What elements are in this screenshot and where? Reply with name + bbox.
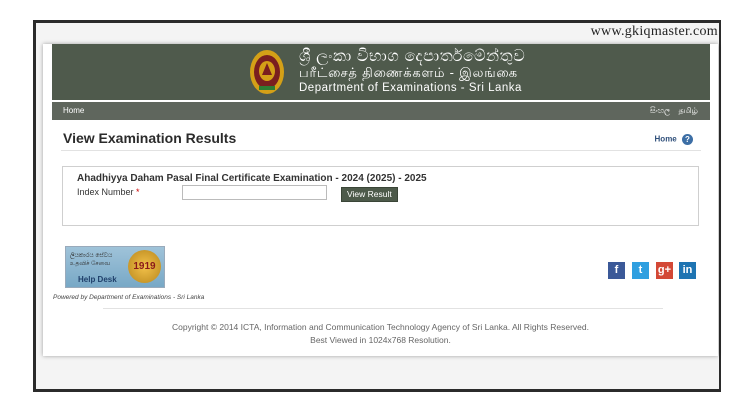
help-desk-text-tamil: உதவிச் சேவை — [70, 261, 111, 267]
site-header: ශ්‍රී ලංකා විභාග දෙපාර්තමේන්තුව பரீட்சைத… — [52, 44, 710, 100]
page-container: ශ්‍රී ලංකා විභාග දෙපාර්තමේන්තුව பரீட்சைத… — [43, 44, 718, 356]
emblem-icon — [250, 50, 284, 94]
header-title-sinhala: ශ්‍රී ලංකා විභාග දෙපාර්තමේන්තුව — [299, 48, 526, 65]
google-plus-icon[interactable]: g+ — [656, 262, 673, 279]
header-title-english: Department of Examinations - Sri Lanka — [299, 82, 522, 94]
linkedin-icon[interactable]: in — [679, 262, 696, 279]
header-title-tamil: பரீட்சைத் திணைக்களம் - இலங்கை — [299, 65, 518, 80]
home-link[interactable]: Home ? — [655, 134, 693, 145]
help-icon[interactable]: ? — [682, 134, 693, 145]
help-desk-banner[interactable]: ලියකාරය සේවය உதவிச் சேவை Help Desk 1919 — [65, 246, 165, 288]
index-number-input[interactable] — [182, 185, 327, 200]
powered-by-text: Powered by Department of Examinations - … — [53, 294, 205, 301]
home-link-label: Home — [654, 134, 677, 144]
copyright-text: Copyright © 2014 ICTA, Information and C… — [172, 322, 589, 332]
footer-copyright: Copyright © 2014 ICTA, Information and C… — [43, 321, 718, 347]
index-label-text: Index Number — [77, 187, 134, 197]
watermark: www.gkiqmaster.com — [590, 24, 718, 39]
exam-form: Ahadhiyya Daham Pasal Final Certificate … — [62, 166, 699, 226]
language-switcher: සිංහල தமிழ் — [644, 106, 698, 116]
page-title: View Examination Results — [63, 130, 237, 146]
nav-bar: Home සිංහල தமிழ் — [52, 102, 710, 120]
footer-divider — [103, 308, 663, 309]
view-result-button[interactable]: View Result — [341, 187, 398, 202]
index-number-label: Index Number * — [77, 187, 140, 197]
help-desk-number-badge: 1919 — [128, 250, 161, 283]
required-marker: * — [136, 187, 140, 197]
twitter-icon[interactable]: t — [632, 262, 649, 279]
help-desk-text-sinhala: ලියකාරය සේවය — [70, 253, 113, 259]
exam-title: Ahadhiyya Daham Pasal Final Certificate … — [77, 173, 427, 184]
lang-sinhala-link[interactable]: සිංහල — [650, 106, 670, 115]
resolution-note: Best Viewed in 1024x768 Resolution. — [310, 335, 451, 345]
nav-home-link[interactable]: Home — [63, 106, 84, 115]
divider — [61, 150, 701, 151]
help-desk-label: Help Desk — [78, 275, 117, 284]
lang-tamil-link[interactable]: தமிழ் — [678, 106, 698, 115]
header-titles: ශ්‍රී ලංකා විභාග දෙපාර්තමේන්තුව பரீட்சைத… — [299, 48, 525, 96]
facebook-icon[interactable]: f — [608, 262, 625, 279]
